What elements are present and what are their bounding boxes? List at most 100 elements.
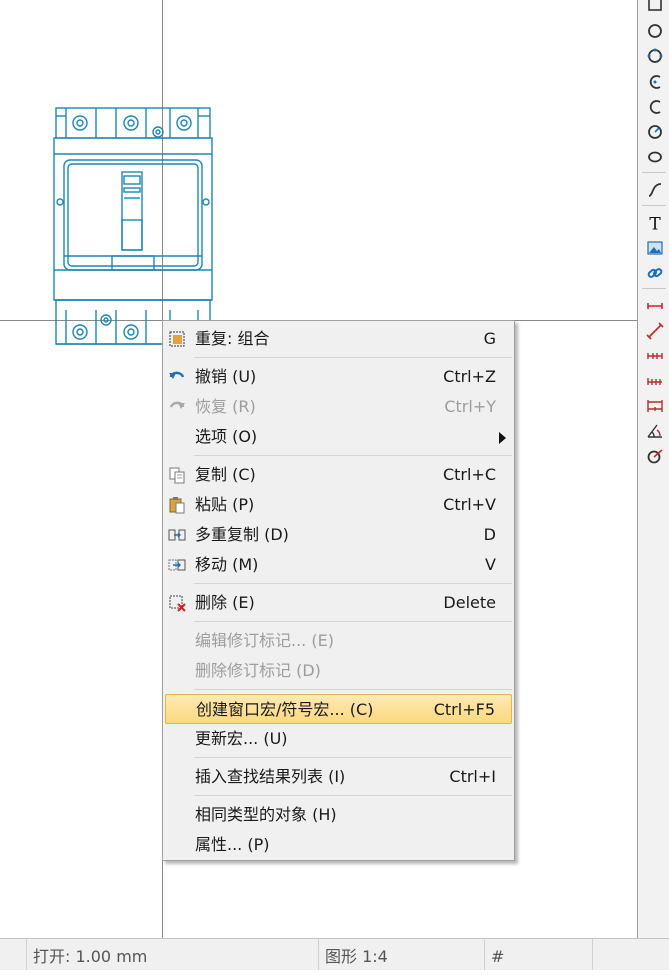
tool-dimension-aligned[interactable]: [645, 321, 665, 341]
menu-item-label: 移动 (M): [195, 555, 259, 574]
menu-item-shortcut: Ctrl+C: [442, 465, 496, 484]
menu-item-label: 删除 (E): [195, 593, 255, 612]
paste-icon: [169, 497, 185, 514]
tool-rectangle[interactable]: [645, 0, 665, 14]
tool-arc[interactable]: [645, 72, 665, 92]
tool-dimension-angle[interactable]: [645, 421, 665, 441]
dimension-baseline-icon: [647, 400, 663, 412]
menu-separator: [194, 357, 512, 358]
menu-item-delete[interactable]: 删除 (E) Delete: [165, 588, 512, 618]
menu-item-label: 插入查找结果列表 (I): [195, 767, 346, 786]
menu-item-label: 撤销 (U): [195, 367, 257, 386]
menu-item-properties[interactable]: 属性... (P): [165, 830, 512, 860]
menu-item-shortcut: Ctrl+V: [443, 495, 496, 514]
menu-item-move[interactable]: 移动 (M) V: [165, 550, 512, 580]
menu-item-label: 复制 (C): [195, 465, 256, 484]
menu-item-label: 属性... (P): [195, 835, 270, 854]
menu-separator: [194, 583, 512, 584]
menu-item-delete-revision-marks[interactable]: 删除修订标记 (D): [165, 656, 512, 686]
status-extra: [592, 939, 669, 970]
status-grid-toggle[interactable]: #: [484, 939, 592, 970]
menu-item-undo[interactable]: 撤销 (U) Ctrl+Z: [165, 362, 512, 392]
menu-separator: [194, 795, 512, 796]
menu-item-label: 重复: 组合: [195, 329, 270, 348]
circle-icon: [648, 24, 662, 38]
menu-separator: [194, 455, 512, 456]
menu-item-same-type-objects[interactable]: 相同类型的对象 (H): [165, 800, 512, 830]
dimension-linear-icon: [647, 303, 663, 309]
tool-dimension-chain[interactable]: [645, 346, 665, 366]
tool-spline[interactable]: [645, 180, 665, 200]
menu-separator: [194, 689, 512, 690]
tool-circle-arc[interactable]: [645, 122, 665, 142]
tool-circle[interactable]: [645, 21, 665, 41]
tool-link[interactable]: [645, 263, 665, 283]
dimension-angle-icon: [647, 424, 662, 438]
copy-icon: [169, 467, 185, 484]
link-icon: [647, 268, 663, 278]
tool-text[interactable]: T: [645, 213, 665, 233]
circle-3pt-icon: [647, 48, 663, 63]
tool-dimension-linear[interactable]: [645, 296, 665, 316]
menu-item-label: 编辑修订标记... (E): [195, 631, 334, 650]
menu-item-paste[interactable]: 粘贴 (P) Ctrl+V: [165, 490, 512, 520]
dimension-incremental-icon: [647, 378, 662, 385]
undo-icon: [169, 371, 185, 379]
dimension-aligned-icon: [646, 322, 664, 340]
text-icon: T: [649, 215, 661, 233]
menu-item-redo[interactable]: 恢复 (R) Ctrl+Y: [165, 392, 512, 422]
menu-item-shortcut: Ctrl+Z: [443, 367, 496, 386]
menu-item-label: 恢复 (R): [195, 397, 256, 416]
toolbar-separator: [642, 288, 666, 289]
submenu-arrow-icon: [499, 432, 506, 444]
menu-item-edit-revision-marks[interactable]: 编辑修订标记... (E): [165, 626, 512, 656]
menu-item-shortcut: Delete: [443, 593, 496, 612]
menu-item-update-macro[interactable]: 更新宏... (U): [165, 724, 512, 754]
spline-icon: [648, 183, 662, 197]
menu-item-shortcut: V: [485, 555, 496, 574]
menu-item-create-macro[interactable]: 创建窗口宏/符号宏... (C) Ctrl+F5: [165, 694, 512, 724]
menu-item-options[interactable]: 选项 (O): [165, 422, 512, 452]
tool-arc-3pt[interactable]: [645, 97, 665, 117]
repeat-group-icon: [169, 331, 185, 347]
menu-item-multi-copy[interactable]: 多重复制 (D) D: [165, 520, 512, 550]
drawing-toolbar: T: [637, 0, 669, 938]
menu-item-label: 删除修订标记 (D): [195, 661, 321, 680]
menu-item-shortcut: Ctrl+I: [449, 767, 496, 786]
menu-item-label: 多重复制 (D): [195, 525, 289, 544]
menu-item-repeat-group[interactable]: 重复: 组合 G: [165, 324, 512, 354]
circle-arc-icon: [648, 125, 662, 139]
menu-item-shortcut: Ctrl+F5: [433, 700, 495, 719]
redo-icon: [169, 401, 185, 409]
toolbar-separator: [642, 172, 666, 173]
menu-item-label: 相同类型的对象 (H): [195, 805, 337, 824]
tool-dimension-baseline[interactable]: [645, 396, 665, 416]
arc-3pt-icon: [649, 100, 661, 114]
dimension-radius-icon: [647, 449, 663, 464]
tool-image[interactable]: [645, 238, 665, 258]
status-snap: 打开: 1.00 mm: [26, 939, 318, 970]
menu-item-copy[interactable]: 复制 (C) Ctrl+C: [165, 460, 512, 490]
ellipse-icon: [648, 151, 662, 163]
menu-item-insert-search-results[interactable]: 插入查找结果列表 (I) Ctrl+I: [165, 762, 512, 792]
menu-separator: [194, 757, 512, 758]
status-scale: 图形 1:4: [318, 939, 484, 970]
status-bar: 打开: 1.00 mm 图形 1:4 #: [0, 938, 669, 970]
multi-copy-icon: [168, 529, 186, 541]
delete-icon: [169, 595, 186, 612]
tool-dimension-incremental[interactable]: [645, 371, 665, 391]
tool-ellipse[interactable]: [645, 147, 665, 167]
dimension-chain-icon: [647, 353, 663, 359]
rectangle-icon: [648, 0, 662, 11]
move-icon: [168, 559, 186, 571]
menu-item-label: 粘贴 (P): [195, 495, 255, 514]
context-menu: 重复: 组合 G 撤销 (U) Ctrl+Z 恢复 (R) Ctrl+Y 选项 …: [162, 320, 515, 861]
circuit-breaker-symbol[interactable]: [52, 104, 214, 350]
tool-circle-3pt[interactable]: [645, 46, 665, 66]
menu-item-label: 创建窗口宏/符号宏... (C): [196, 700, 374, 719]
tool-dimension-radius[interactable]: [645, 446, 665, 466]
menu-item-shortcut: G: [483, 329, 496, 348]
menu-item-label: 更新宏... (U): [195, 729, 288, 748]
menu-separator: [194, 621, 512, 622]
toolbar-separator: [642, 205, 666, 206]
